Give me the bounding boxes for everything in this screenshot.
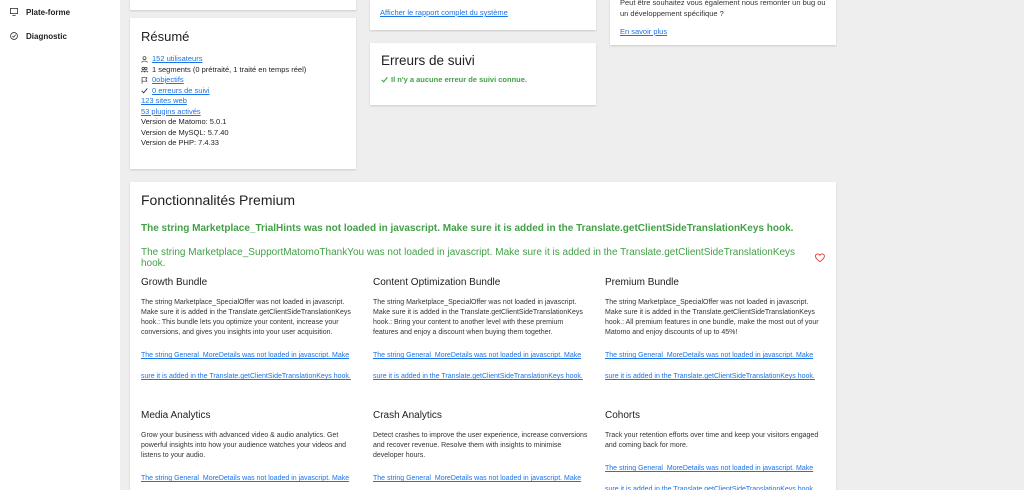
users-line: 152 utilisateurs [141,54,345,65]
learn-more-link[interactable]: En savoir plus [620,27,667,36]
bundle-description: The string Marketplace_SpecialOffer was … [141,299,351,336]
bundle-title: Crash Analytics [373,410,442,421]
sidebar-item-label: Plate-forme [26,7,71,17]
sidebar-item-plate-forme[interactable]: Plate-forme [0,0,120,24]
bundle-title: Media Analytics [141,410,211,421]
premium-features-card: Fonctionnalités Premium The string Marke… [130,182,836,490]
more-details-link-cont[interactable]: sure it is added in the Translate.getCli… [373,366,589,387]
websites-line: 123 sites web [141,96,345,107]
tracking-errors-card: Erreurs de suivi Il n'y a aucune erreur … [370,43,596,105]
bundle-description: The string Marketplace_SpecialOffer was … [373,299,583,336]
bundle-title: Cohorts [605,410,641,421]
more-details-link-cont[interactable]: sure it is added in the Translate.getCli… [141,366,357,387]
thank-you-text: The string Marketplace_SupportMatomoThan… [141,247,796,269]
bundle-growth: Growth Bundle The string Marketplace_Spe… [141,277,357,387]
segments-text: 1 segments (0 prétraité, 1 traité en tem… [152,64,307,74]
more-details-link[interactable]: The string General_MoreDetails was not l… [605,345,821,366]
premium-title: Fonctionnalités Premium [141,192,296,208]
check-circle-icon [10,32,18,40]
full-report-link[interactable]: Afficher le rapport complet du système [380,8,508,17]
support-text: Peut être souhaitez vous également nous … [620,0,826,18]
resume-title: Résumé [141,29,190,44]
more-details-link[interactable]: The string General_MoreDetails was not l… [141,468,357,489]
bundle-description: Track your retention efforts over time a… [605,432,819,449]
top-card-left [130,0,356,10]
monitor-icon [10,8,18,16]
trial-hint: The string Marketplace_TrialHints was no… [141,223,794,234]
more-details-link[interactable]: The string General_MoreDetails was not l… [605,458,821,479]
user-icon [141,55,148,63]
more-details-link[interactable]: The string General_MoreDetails was not l… [141,345,357,366]
errors-link[interactable]: 0 erreurs de suivi [152,86,210,97]
errors-line: 0 erreurs de suivi [141,86,345,97]
bundle-title: Content Optimization Bundle [373,277,501,288]
flag-icon [141,77,148,84]
plugins-link[interactable]: 53 plugins activés [141,107,201,118]
bundle-title: Premium Bundle [605,277,679,288]
bundle-content-optimization: Content Optimization Bundle The string M… [373,277,589,387]
bundle-media-analytics: Media Analytics Grow your business with … [141,410,357,490]
bundle-description: Grow your business with advanced video &… [141,432,347,459]
check-icon [141,88,148,94]
bundle-premium: Premium Bundle The string Marketplace_Sp… [605,277,821,387]
php-version: Version de PHP: 7.4.33 [141,138,219,147]
tracking-errors-message: Il n'y a aucune erreur de suivi connue. [391,75,527,84]
tracking-errors-title: Erreurs de suivi [381,53,475,68]
plugins-line: 53 plugins activés [141,107,345,118]
websites-link[interactable]: 123 sites web [141,96,187,107]
segments-icon [141,67,148,73]
more-details-link-cont[interactable]: sure it is added in the Translate.getCli… [605,366,821,387]
segments-line: 1 segments (0 prétraité, 1 traité en tem… [141,65,345,76]
sidebar-item-label: Diagnostic [26,31,67,41]
heart-icon [815,253,825,263]
bundle-description: Detect crashes to improve the user exper… [373,432,588,459]
tracking-errors-status: Il n'y a aucune erreur de suivi connue. [381,75,585,84]
system-check-card: Afficher le rapport complet du système [370,0,596,30]
more-details-link[interactable]: The string General_MoreDetails was not l… [373,345,589,366]
matomo-version: Version de Matomo: 5.0.1 [141,117,227,126]
more-details-link[interactable]: The string General_MoreDetails was not l… [373,468,589,489]
more-details-link-cont[interactable]: sure it is added in the Translate.getCli… [605,479,821,490]
bundle-description: The string Marketplace_SpecialOffer was … [605,299,819,336]
check-icon [381,77,388,83]
goals-line: 0objectifs [141,75,345,86]
bundle-title: Growth Bundle [141,277,208,288]
mysql-version: Version de MySQL: 5.7.40 [141,127,229,137]
sidebar: Plate-forme Diagnostic [0,0,120,490]
goals-link[interactable]: 0objectifs [152,75,184,86]
bundle-cohorts: Cohorts Track your retention efforts ove… [605,410,821,490]
users-link[interactable]: 152 utilisateurs [152,54,202,65]
thank-you-message: The string Marketplace_SupportMatomoThan… [141,247,825,269]
resume-card: Résumé 152 utilisateurs 1 segments (0 pr… [130,18,356,169]
bundle-crash-analytics: Crash Analytics Detect crashes to improv… [373,410,589,490]
support-card: Peut être souhaitez vous également nous … [610,0,836,45]
sidebar-item-diagnostic[interactable]: Diagnostic [0,24,120,48]
